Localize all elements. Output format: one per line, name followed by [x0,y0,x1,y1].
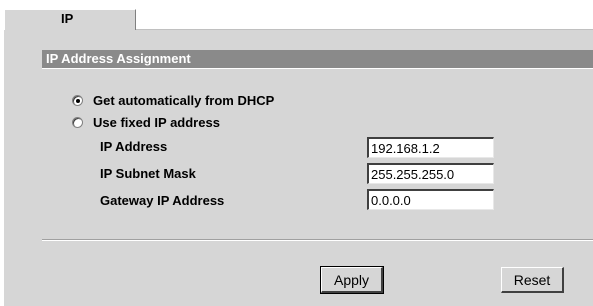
tab-label: IP [61,11,74,26]
radio-label-fixed-ip: Use fixed IP address [93,114,220,130]
radio-label-dhcp: Get automatically from DHCP [93,92,275,108]
subnet-mask-input[interactable] [367,163,494,184]
tab-bar: IP [0,0,593,30]
content-panel [4,30,593,306]
gateway-label: Gateway IP Address [100,193,225,208]
ip-address-label: IP Address [100,139,168,154]
gateway-input[interactable] [367,189,494,210]
radio-button-dhcp[interactable] [72,94,83,106]
section-title: IP Address Assignment [46,51,191,66]
section-header: IP Address Assignment [42,50,593,69]
ip-address-input[interactable] [367,137,494,158]
tab-ip[interactable]: IP [4,9,136,30]
radio-option-fixed-ip[interactable]: Use fixed IP address [72,113,220,131]
reset-button[interactable]: Reset [501,267,564,293]
radio-option-dhcp[interactable]: Get automatically from DHCP [72,91,274,109]
subnet-mask-label: IP Subnet Mask [100,166,196,181]
radio-button-fixed-ip[interactable] [72,116,83,128]
divider [42,239,593,241]
apply-button[interactable]: Apply [320,266,384,294]
